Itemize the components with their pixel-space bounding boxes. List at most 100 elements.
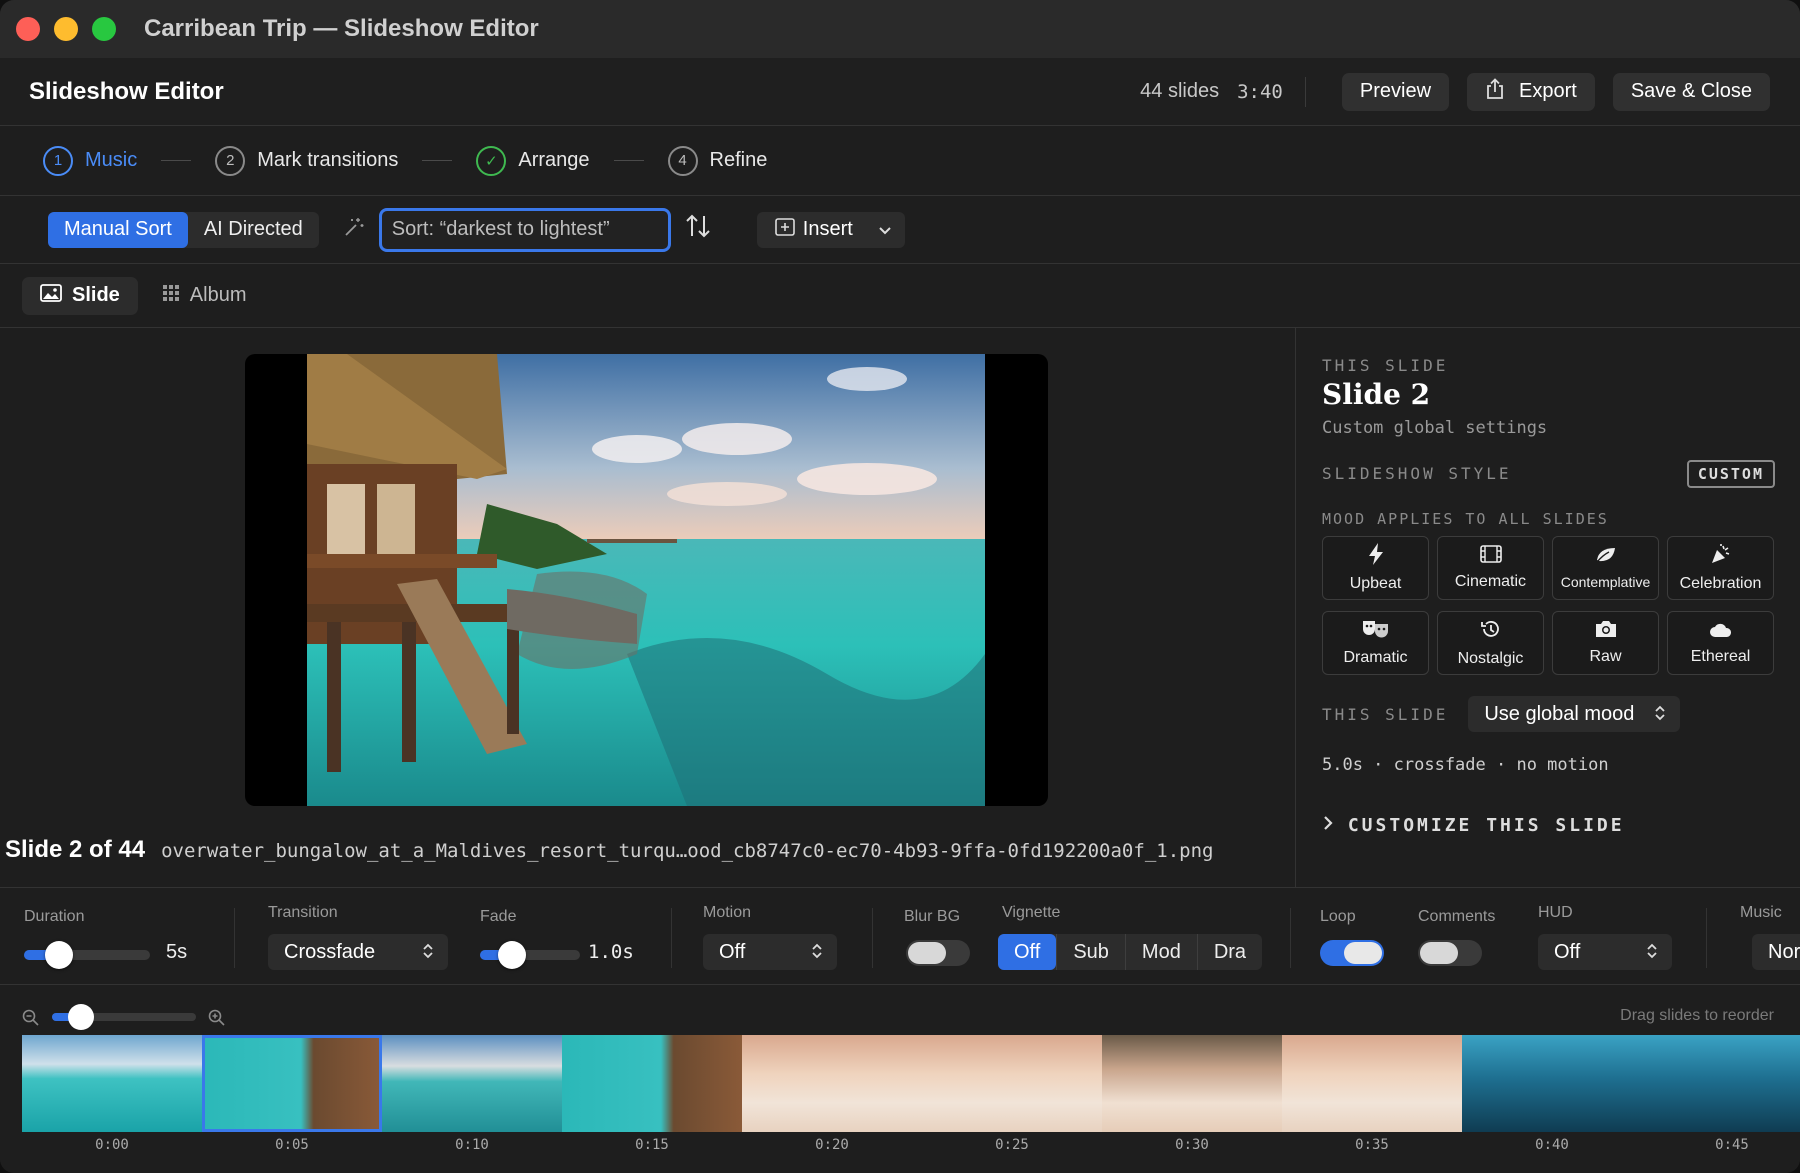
chevron-updown-icon <box>1646 943 1658 961</box>
mood-ethereal-button[interactable]: Ethereal <box>1667 611 1774 675</box>
toggle-thumb <box>1420 942 1458 964</box>
mood-nostalgic-button[interactable]: Nostalgic <box>1437 611 1544 675</box>
filmstrip-thumbnail[interactable] <box>1102 1035 1282 1132</box>
filmstrip-zoom-slider[interactable] <box>52 1004 196 1030</box>
duration-control: Duration 5s <box>0 888 230 986</box>
duration-slider[interactable] <box>24 941 150 969</box>
thumbnail-time: 0:35 <box>1355 1137 1389 1153</box>
theater-masks-icon <box>1361 619 1391 645</box>
step-connector <box>613 160 644 161</box>
vignette-label: Vignette <box>1002 904 1061 921</box>
mood-label: Dramatic <box>1343 649 1408 666</box>
insert-menu-button[interactable]: Insert <box>756 211 905 248</box>
music-select[interactable]: Nor <box>1752 934 1800 970</box>
mood-dramatic-button[interactable]: Dramatic <box>1322 611 1429 675</box>
slide-position-label: Slide 2 of 44 <box>5 836 146 863</box>
share-icon <box>1485 77 1505 106</box>
mood-cinematic-button[interactable]: Cinematic <box>1437 536 1544 600</box>
zoom-in-icon[interactable] <box>208 1009 226 1032</box>
slide-title: Slide 2 <box>1322 378 1431 411</box>
slide-controls-bar: Duration 5s Transition Crossfade Fade 1.… <box>0 887 1800 985</box>
slide-mood-label: THIS SLIDE <box>1322 704 1449 724</box>
party-popper-icon <box>1710 543 1732 571</box>
slide-mood-select[interactable]: Use global mood <box>1468 696 1681 732</box>
filmstrip-thumbnail[interactable] <box>922 1035 1102 1132</box>
magic-wand-icon[interactable] <box>343 216 365 244</box>
mood-celebration-button[interactable]: Celebration <box>1667 536 1774 600</box>
manual-sort-option[interactable]: Manual Sort <box>48 211 188 248</box>
plus-square-icon <box>774 217 795 242</box>
blur-bg-toggle[interactable] <box>906 940 970 966</box>
app-window: Carribean Trip — Slideshow Editor Slides… <box>0 0 1800 1173</box>
mood-label: Cinematic <box>1454 573 1527 590</box>
slide-photo <box>307 354 985 806</box>
filmstrip-thumbnail[interactable] <box>1282 1035 1462 1132</box>
filmstrip-thumbnail[interactable] <box>22 1035 202 1132</box>
fade-slider[interactable] <box>480 941 580 969</box>
mood-label: Celebration <box>1679 575 1762 592</box>
window-controls <box>16 17 116 41</box>
this-slide-label: THIS SLIDE <box>1322 356 1449 375</box>
save-close-button[interactable]: Save & Close <box>1612 72 1770 111</box>
filmstrip-thumbnail[interactable] <box>202 1035 382 1132</box>
chevron-updown-icon <box>1654 705 1666 722</box>
minimize-window-button[interactable] <box>54 17 78 41</box>
thumbnail-timestamps: 0:00 0:05 0:10 0:15 0:20 0:25 0:30 0:35 0:40 0:45 <box>22 1137 1800 1153</box>
vignette-segmented: Off Sub Mod Dra <box>998 934 1263 970</box>
mood-label: Ethereal <box>1690 647 1751 665</box>
arrange-toolbar: Manual Sort AI Directed Sort: “darkest t… <box>0 196 1800 264</box>
filmstrip-thumbnail[interactable] <box>1462 1035 1642 1132</box>
sort-direction-icon[interactable] <box>683 212 713 247</box>
mood-upbeat-button[interactable]: Upbeat <box>1322 536 1429 600</box>
filmstrip-thumbnail[interactable] <box>562 1035 742 1132</box>
hud-select[interactable]: Off <box>1538 934 1672 970</box>
sort-mode-segmented: Manual Sort AI Directed <box>48 211 319 248</box>
blur-bg-control: Blur BG <box>904 888 984 986</box>
filmstrip-thumbnail[interactable] <box>742 1035 922 1132</box>
vignette-moderate-option[interactable]: Mod <box>1124 934 1197 970</box>
step-mark-transitions[interactable]: 2 Mark transitions <box>215 145 398 176</box>
duration-slider-knob[interactable] <box>45 941 73 969</box>
transition-select[interactable]: Crossfade <box>268 934 448 970</box>
step-arrange[interactable]: ✓ Arrange <box>476 145 590 176</box>
camera-icon <box>1594 620 1618 644</box>
zoom-window-button[interactable] <box>92 17 116 41</box>
toggle-thumb <box>1344 942 1382 964</box>
filmstrip-thumbnail[interactable] <box>1642 1035 1800 1132</box>
zoom-out-icon[interactable] <box>22 1009 40 1032</box>
slide-preview-frame[interactable] <box>245 354 1048 806</box>
vignette-dramatic-option[interactable]: Dra <box>1196 934 1262 970</box>
total-duration: 3:40 <box>1237 80 1283 103</box>
ai-directed-option[interactable]: AI Directed <box>188 212 319 248</box>
comments-toggle[interactable] <box>1418 940 1482 966</box>
fade-slider-knob[interactable] <box>498 941 526 969</box>
sort-prompt-input[interactable]: Sort: “darkest to lightest” <box>378 207 671 252</box>
preview-button[interactable]: Preview <box>1341 72 1450 111</box>
customize-slide-toggle[interactable]: CUSTOMIZE THIS SLIDE <box>1322 815 1625 836</box>
mood-raw-button[interactable]: Raw <box>1552 611 1659 675</box>
history-clock-icon <box>1480 618 1502 646</box>
slide-filename: overwater_bungalow_at_a_Maldives_resort_… <box>161 840 1214 862</box>
loop-toggle[interactable] <box>1320 940 1384 966</box>
filmstrip: Drag slides to reorder 0:00 0:05 0:10 0:15 0… <box>0 985 1800 1173</box>
insert-label: Insert <box>802 218 853 240</box>
motion-label: Motion <box>703 904 752 921</box>
step-refine[interactable]: 4 Refine <box>667 145 767 176</box>
mood-contemplative-button[interactable]: Contemplative <box>1552 536 1659 600</box>
tab-slide[interactable]: Slide <box>22 276 138 315</box>
duration-value: 5s <box>166 941 188 963</box>
step-number: 1 <box>43 145 73 176</box>
view-tabs: Slide Album <box>0 264 1800 328</box>
vignette-off-option[interactable]: Off <box>998 934 1057 970</box>
zoom-slider-knob[interactable] <box>68 1004 94 1030</box>
motion-select[interactable]: Off <box>703 934 837 970</box>
thumbnail-time: 0:00 <box>95 1137 129 1153</box>
close-window-button[interactable] <box>16 17 40 41</box>
vignette-subtle-option[interactable]: Sub <box>1056 934 1125 970</box>
film-icon <box>1479 545 1502 569</box>
step-music[interactable]: 1 Music <box>43 145 137 176</box>
tab-album[interactable]: Album <box>144 277 265 315</box>
slide-mood-row: THIS SLIDE Use global mood <box>1322 696 1681 732</box>
filmstrip-thumbnail[interactable] <box>382 1035 562 1132</box>
export-button[interactable]: Export <box>1467 72 1595 111</box>
